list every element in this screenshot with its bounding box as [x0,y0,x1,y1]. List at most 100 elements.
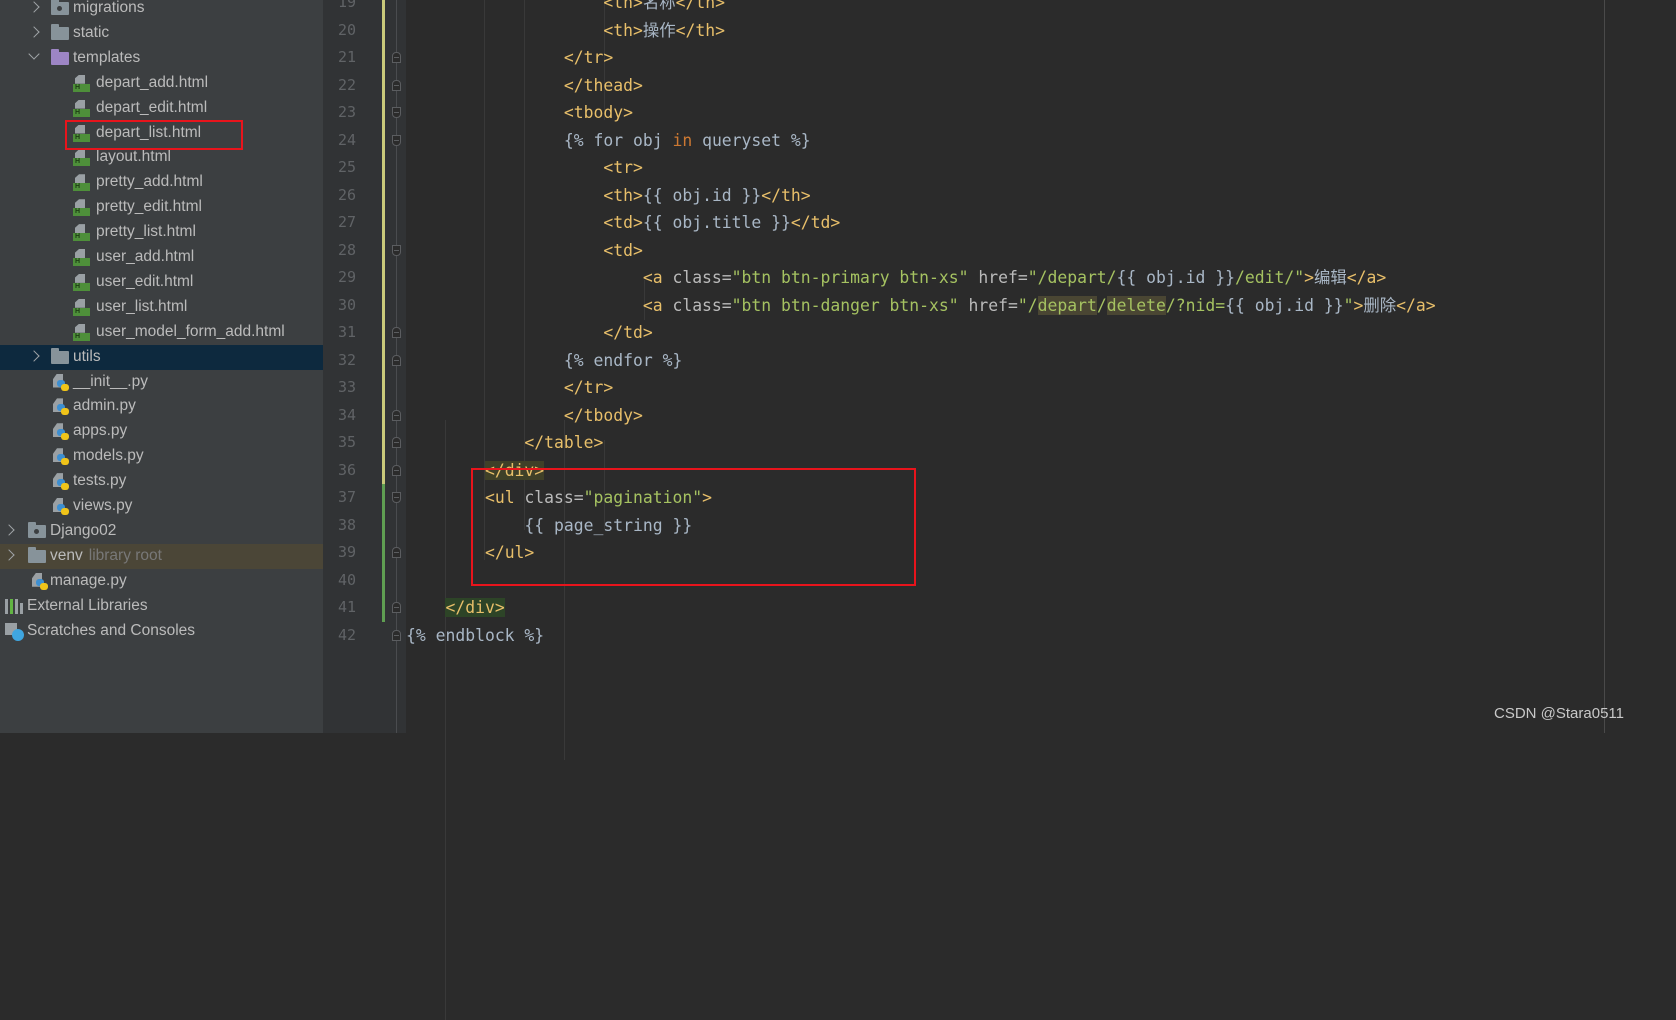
code-line[interactable]: {% endfor %} [406,347,682,375]
change-marker-added[interactable] [382,539,385,567]
tree-item[interactable]: Hpretty_add.html [0,170,323,195]
code-line[interactable]: </table> [406,429,603,457]
code-line[interactable]: <tr> [406,154,642,182]
tree-item[interactable]: apps.py [0,419,323,444]
tree-item[interactable]: admin.py [0,394,323,419]
change-marker-modified[interactable] [382,401,385,429]
code-line[interactable]: <th>{{ obj.id }}</th> [406,182,810,210]
tree-item[interactable]: Hpretty_list.html [0,220,323,245]
fold-end-icon[interactable] [392,437,401,448]
change-marker-modified[interactable] [382,374,385,402]
code-line[interactable]: </tr> [406,374,613,402]
change-marker-modified[interactable] [382,346,385,374]
code-line[interactable]: {% endblock %} [406,622,544,650]
code-line[interactable]: <tbody> [406,99,633,127]
chevron-down-icon[interactable] [28,48,40,60]
tree-item[interactable]: Huser_add.html [0,245,323,270]
tree-item[interactable]: migrations [0,0,323,21]
fold-collapse-icon[interactable] [392,492,401,503]
change-marker-modified[interactable] [382,236,385,264]
code-token-hlstr: depart [1037,295,1097,315]
tree-item-label: utils [73,348,101,366]
change-marker-modified[interactable] [382,126,385,154]
code-line[interactable]: <th>名称</th> [406,0,725,17]
change-marker-modified[interactable] [382,319,385,347]
change-marker-modified[interactable] [382,71,385,99]
tree-item[interactable]: __init__.py [0,370,323,395]
change-marker-modified[interactable] [382,44,385,72]
code-line[interactable]: <td>{{ obj.title }}</td> [406,209,840,237]
folder-icon [51,23,69,40]
fold-end-icon[interactable] [392,629,401,641]
fold-end-icon[interactable] [392,52,401,63]
tree-item[interactable]: static [0,21,323,46]
tree-item[interactable]: Huser_model_form_add.html [0,320,323,345]
chevron-right-icon[interactable] [28,349,40,362]
change-marker-modified[interactable] [382,264,385,292]
line-number: 38 [337,515,356,534]
line-number: 24 [337,130,356,149]
code-line[interactable]: </thead> [406,72,643,100]
fold-end-icon[interactable] [392,79,401,91]
fold-collapse-icon[interactable] [392,134,401,146]
change-marker-modified[interactable] [382,291,385,319]
change-marker-modified[interactable] [382,181,385,209]
code-token-delim: }} [741,185,762,205]
tree-item[interactable]: Hpretty_edit.html [0,195,323,220]
fold-end-icon[interactable] [392,464,401,476]
code-line[interactable]: {% for obj in queryset %} [406,127,811,155]
code-line[interactable]: </div> [406,594,505,622]
change-marker-added[interactable] [382,594,385,622]
code-token-ws [406,131,564,150]
change-marker-added[interactable] [382,566,385,594]
tree-item[interactable]: views.py [0,494,323,519]
library-bar [10,598,13,614]
fold-collapse-icon[interactable] [392,107,401,118]
tree-item[interactable]: Scratches and Consoles [0,619,323,644]
code-line[interactable]: </tr> [406,44,613,72]
chevron-right-icon[interactable] [28,26,40,38]
change-marker-modified[interactable] [382,16,385,44]
tree-item[interactable]: Huser_edit.html [0,270,323,295]
code-line[interactable]: <a class="btn btn-primary btn-xs" href="… [406,264,1386,292]
chevron-right-icon[interactable] [28,1,40,13]
change-marker-modified[interactable] [382,99,385,127]
fold-collapse-icon[interactable] [392,244,401,256]
fold-end-icon[interactable] [392,602,401,613]
tree-item[interactable]: tests.py [0,469,323,494]
tree-item[interactable]: External Libraries [0,594,323,619]
python-yellow [61,483,69,491]
change-marker-added[interactable] [382,511,385,539]
code-line[interactable]: <a class="btn btn-danger btn-xs" href="/… [406,292,1436,320]
change-marker-modified[interactable] [382,429,385,457]
tree-item[interactable]: utils [0,344,323,370]
tree-item[interactable]: Huser_list.html [0,295,323,320]
tree-item[interactable]: venv library root [0,543,323,569]
code-token-attr: href= [958,295,1018,315]
tree-item[interactable]: Django02 [0,519,323,544]
tree-item-name: pretty_edit.html [96,198,202,216]
change-marker-modified[interactable] [382,154,385,182]
tree-item[interactable]: models.py [0,444,323,469]
tree-item-label: manage.py [50,572,127,590]
code-line[interactable]: <td> [406,237,642,265]
line-number: 42 [337,625,356,644]
chevron-right-icon[interactable] [3,524,15,536]
fold-end-icon[interactable] [392,327,401,338]
change-marker-added[interactable] [382,484,385,512]
tree-item[interactable]: manage.py [0,569,323,594]
code-line[interactable]: </td> [406,319,652,347]
code-line[interactable]: </tbody> [406,402,643,430]
change-marker-modified[interactable] [382,209,385,237]
tree-item[interactable]: templates [0,46,323,71]
chevron-right-icon[interactable] [3,549,15,561]
line-number: 35 [337,433,356,451]
change-marker-modified[interactable] [382,456,385,484]
fold-end-icon[interactable] [392,409,401,421]
code-line[interactable]: <th>操作</th> [406,17,725,45]
tree-item[interactable]: Hdepart_add.html [0,71,323,96]
fold-end-icon[interactable] [392,354,401,366]
fold-end-icon[interactable] [392,547,401,558]
tree-item[interactable]: Hdepart_edit.html [0,96,323,121]
change-marker-modified[interactable] [382,0,385,17]
